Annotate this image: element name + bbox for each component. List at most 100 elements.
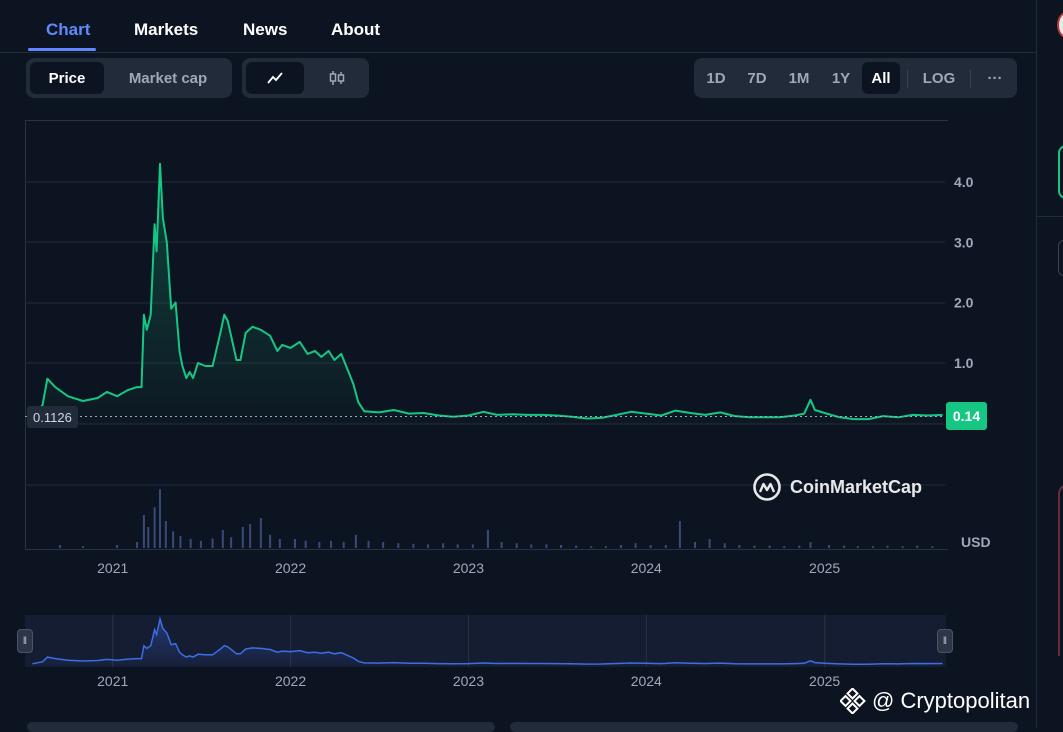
- volume-bar: [471, 544, 474, 548]
- y-tick-label: 3.0: [954, 234, 974, 250]
- volume-bar: [530, 544, 533, 548]
- coinmarketcap-wordmark: CoinMarketCap: [790, 476, 923, 497]
- navigator-x-tick-label: 2025: [809, 673, 840, 689]
- volume-bar: [575, 545, 578, 548]
- diamond-logo-icon: [840, 688, 866, 714]
- volume-bar: [500, 542, 503, 548]
- volume-bar: [81, 546, 84, 548]
- volume-bar: [241, 527, 244, 548]
- volume-bar: [147, 527, 150, 548]
- panel-divider: [1036, 0, 1037, 728]
- volume-bar: [828, 545, 831, 548]
- volume-bar: [153, 507, 156, 548]
- coinmarketcap-logo-icon: [753, 473, 781, 501]
- navigator-left-handle[interactable]: ‖: [17, 629, 33, 653]
- volume-bar: [293, 539, 296, 548]
- volume-bar: [916, 545, 919, 548]
- sidebar-divider: [1036, 216, 1063, 217]
- volume-bar: [397, 543, 400, 548]
- volume-bar: [230, 537, 233, 548]
- navigator-x-tick-label: 2024: [631, 673, 662, 689]
- volume-bar: [164, 521, 167, 548]
- volume-bar: [318, 542, 321, 548]
- volume-bar: [330, 540, 333, 548]
- price-area-fill: [32, 163, 943, 424]
- volume-bar: [723, 543, 726, 548]
- current-price-tag: 0.14: [946, 402, 987, 430]
- volume-bar: [249, 524, 252, 548]
- volume-bar: [426, 544, 429, 548]
- volume-bar: [199, 540, 202, 548]
- volume-bar: [560, 545, 563, 548]
- x-tick-label: 2021: [97, 560, 128, 576]
- volume-bar: [694, 542, 697, 548]
- volume-bar: [708, 539, 711, 548]
- volume-bar: [259, 518, 262, 548]
- bottom-card-right: [510, 722, 1018, 732]
- volume-bar: [886, 545, 889, 548]
- cryptopolitan-credit: @ Cryptopolitan: [840, 688, 1030, 714]
- navigator-x-ticks: 2021 2022 2023 2024 2025: [97, 673, 840, 689]
- volume-bar: [367, 540, 370, 548]
- volume-bar: [634, 543, 637, 548]
- navigator-x-tick-label: 2021: [97, 673, 128, 689]
- sidebar-input-fragment[interactable]: [1058, 240, 1063, 276]
- volume-bar: [179, 536, 182, 548]
- volume-bar: [649, 545, 652, 548]
- navigator-right-handle[interactable]: ‖: [937, 629, 953, 653]
- volume-bar: [189, 539, 192, 548]
- sidebar-avatar-fragment: [1057, 12, 1063, 38]
- x-tick-label: 2025: [809, 560, 840, 576]
- volume-bar: [269, 534, 272, 548]
- volume-bar: [354, 534, 357, 548]
- currency-label: USD: [961, 534, 991, 550]
- volume-bar: [278, 539, 281, 548]
- volume-bar: [158, 489, 161, 548]
- sidebar-card-fragment: [1058, 484, 1063, 656]
- x-axis-ticks: 2021 2022 2023 2024 2025: [97, 560, 840, 576]
- range-navigator[interactable]: [25, 615, 946, 667]
- sidebar-button-fragment[interactable]: [1058, 145, 1063, 199]
- volume-bar: [871, 546, 874, 548]
- volume-bar: [172, 531, 175, 548]
- x-tick-label: 2023: [453, 560, 484, 576]
- volume-bar: [136, 542, 139, 548]
- volume-bar: [515, 543, 518, 548]
- y-tick-label: 2.0: [954, 295, 974, 311]
- bottom-card-left: [27, 722, 495, 732]
- reference-price-tag: 0.1126: [27, 406, 78, 428]
- volume-bar: [768, 545, 771, 548]
- volume-bar: [304, 540, 307, 548]
- volume-bar: [221, 530, 224, 548]
- volume-bar: [342, 542, 345, 548]
- volume-bar: [856, 546, 859, 548]
- volume-bar: [678, 521, 681, 548]
- credit-text: @ Cryptopolitan: [872, 688, 1031, 713]
- volume-bar: [783, 546, 786, 548]
- volume-bar: [412, 543, 415, 548]
- x-tick-label: 2022: [275, 560, 306, 576]
- navigator-x-tick-label: 2022: [275, 673, 306, 689]
- volume-bar: [931, 546, 934, 548]
- volume-bar: [456, 544, 459, 548]
- volume-bar: [116, 545, 119, 548]
- volume-bar: [545, 544, 548, 548]
- y-tick-label: 4.0: [954, 174, 974, 190]
- volume-bar: [604, 546, 607, 548]
- volume-bar: [809, 542, 812, 548]
- volume-bar: [901, 546, 904, 548]
- volume-bar: [843, 545, 846, 548]
- volume-bar: [619, 545, 622, 548]
- volume-bar: [664, 545, 667, 548]
- coinmarketcap-watermark: CoinMarketCap: [752, 472, 922, 502]
- x-tick-label: 2024: [631, 560, 662, 576]
- volume-bar: [738, 545, 741, 548]
- navigator-x-tick-label: 2023: [453, 673, 484, 689]
- volume-bar: [798, 545, 801, 548]
- volume-bar: [382, 542, 385, 548]
- volume-bar: [211, 538, 214, 548]
- price-chart[interactable]: 1.0 2.0 3.0 4.0 2021 2022 2023 2024 2025: [0, 0, 1036, 600]
- volume-bar: [59, 545, 62, 548]
- y-axis-ticks: 1.0 2.0 3.0 4.0: [954, 174, 974, 371]
- volume-bar: [142, 515, 145, 548]
